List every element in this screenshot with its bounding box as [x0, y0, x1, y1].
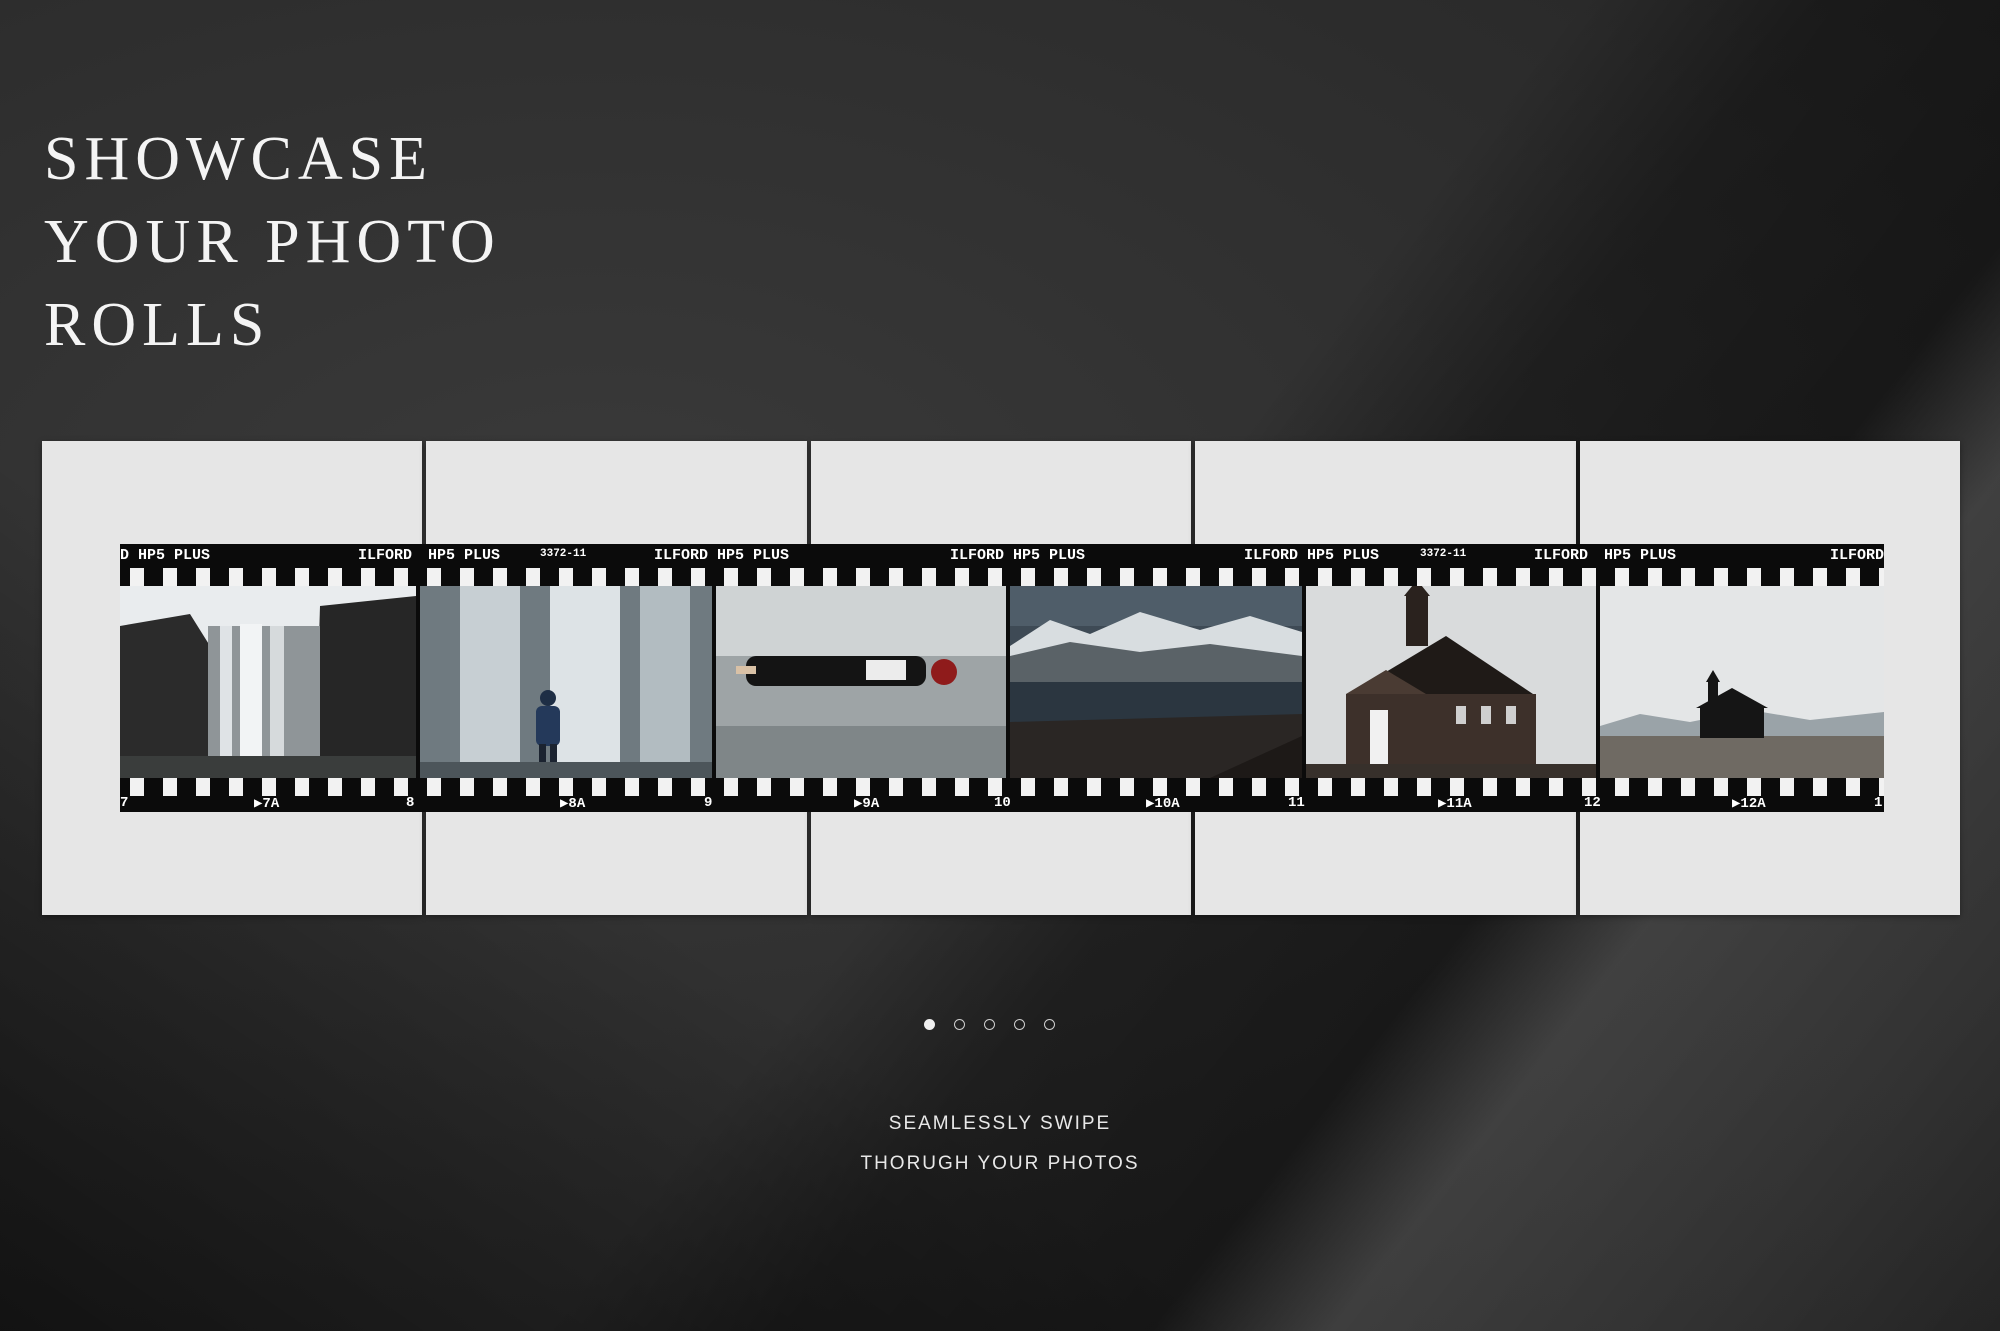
pagination-dot-3[interactable]: [984, 1019, 995, 1030]
film-brand-label: HP5 PLUS: [1604, 547, 1677, 564]
pagination-dot-2[interactable]: [954, 1019, 965, 1030]
film-brand-label: ILFORD: [358, 547, 413, 564]
frame-number: ▶7A: [254, 796, 280, 812]
headline-line-2: YOUR PHOTO: [44, 208, 501, 276]
frame-number: ▶11A: [1438, 796, 1472, 812]
frame-number: ▶10A: [1146, 796, 1180, 812]
sprocket-holes-top: [120, 568, 1884, 588]
pagination-dot-5[interactable]: [1044, 1019, 1055, 1030]
frame-number: 9: [704, 795, 713, 811]
film-brand-label: ILFORD HP5 PLUS: [950, 547, 1086, 564]
waterfall-cliff-photo: [120, 586, 416, 778]
film-brand-label: HP5 PLUS: [428, 547, 501, 564]
frame-number: 10: [994, 795, 1011, 811]
person-at-waterfall-photo: [420, 586, 712, 778]
black-church-distant-photo: [1600, 586, 1884, 778]
film-brand-label: ILFORD HP5 PLUS: [1244, 547, 1380, 564]
sprocket-holes-bottom: [120, 776, 1884, 796]
pagination-dot-4[interactable]: [1014, 1019, 1025, 1030]
frame-number: 12: [1584, 795, 1601, 811]
carousel-pagination: [924, 1019, 1055, 1030]
headline-line-1: SHOWCASE: [44, 125, 434, 193]
black-church-closeup-photo: [1306, 586, 1596, 778]
film-brand-label: D HP5 PLUS: [120, 547, 211, 564]
film-brand-label: ILFORD: [1534, 547, 1589, 564]
frame-number-strip: 7 ▶7A 8 ▶8A 9 ▶9A 10 ▶10A 11 ▶11A 12 ▶12…: [120, 795, 1884, 812]
frame-number: 1: [1874, 795, 1883, 811]
frame-number: 8: [406, 795, 415, 811]
caption-line-2: THORUGH YOUR PHOTOS: [860, 1153, 1140, 1174]
frame-number: 11: [1288, 795, 1305, 811]
headline: SHOWCASE YOUR PHOTO ROLLS: [44, 118, 501, 367]
frame-number: ▶12A: [1732, 796, 1766, 812]
frame-number: ▶9A: [854, 796, 880, 812]
film-brand-label: ILFORD: [1830, 547, 1885, 564]
caption-line-1: SEAMLESSLY SWIPE: [888, 1113, 1112, 1134]
frame-number: ▶8A: [560, 796, 586, 812]
pagination-dot-1[interactable]: [924, 1019, 935, 1030]
headline-line-3: ROLLS: [44, 291, 271, 359]
person-lying-on-beach-photo: [716, 586, 1006, 778]
film-code-label: 3372-11: [1420, 548, 1467, 560]
film-strip: D HP5 PLUS ILFORD HP5 PLUS 3372-11 ILFOR…: [120, 544, 1884, 812]
film-code-label: 3372-11: [540, 548, 587, 560]
frame-number: 7: [120, 795, 129, 811]
snowy-mountains-lake-photo: [1010, 586, 1302, 778]
film-brand-label: ILFORD HP5 PLUS: [654, 547, 790, 564]
